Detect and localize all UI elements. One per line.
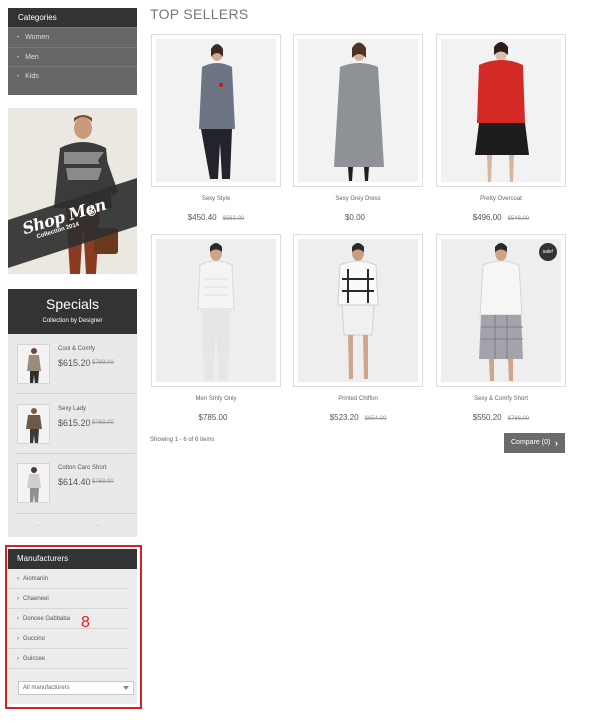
special-name[interactable]: Sexy Lady xyxy=(58,406,86,412)
highlight-box xyxy=(5,545,142,709)
product-price: $450.40 xyxy=(187,213,217,222)
product-price: $785.00 xyxy=(198,413,228,422)
product-thumbnail[interactable] xyxy=(17,344,50,384)
compare-label: Compare (0) xyxy=(511,439,551,446)
category-label: Women xyxy=(25,34,50,41)
product-image[interactable] xyxy=(441,39,561,182)
product-old-price: $546.00 xyxy=(507,216,530,222)
product-card[interactable]: Sexy Style $450.40 $563.00 xyxy=(151,34,281,225)
product-name[interactable]: Sexy Grey Dress xyxy=(293,196,423,202)
product-card[interactable]: Pretty Overcoat $496.00 $546.00 xyxy=(436,34,566,225)
product-old-price: $654.00 xyxy=(364,416,387,422)
sale-badge: sale! xyxy=(539,243,557,261)
product-name[interactable]: Sexy Style xyxy=(151,196,281,202)
bullet-icon: • xyxy=(17,35,20,41)
category-item-women[interactable]: • Women xyxy=(8,27,137,47)
categories-title: Categories xyxy=(8,8,137,27)
product-old-price: $563.00 xyxy=(222,216,245,222)
product-image-frame[interactable] xyxy=(151,34,281,187)
product-card[interactable]: sale! Sexy & Comfy Short $550.20 $786.00 xyxy=(436,234,566,425)
product-image-frame[interactable] xyxy=(293,34,423,187)
special-name[interactable]: Cotton Caro Short xyxy=(58,465,106,471)
product-price: $550.20 xyxy=(472,413,502,422)
product-old-price: $786.00 xyxy=(507,416,530,422)
compare-button[interactable]: Compare (0) › xyxy=(504,433,565,453)
product-name[interactable]: Men Smfy Only xyxy=(151,396,281,402)
chevron-right-icon: › xyxy=(555,438,558,448)
specials-title: Specials xyxy=(46,296,99,312)
product-price: $523.20 xyxy=(329,413,359,422)
special-old-price: $769.00 xyxy=(92,360,114,366)
divider xyxy=(16,513,135,514)
product-card[interactable]: Printed Chiffon $523.20 $654.00 xyxy=(293,234,423,425)
product-name[interactable]: Pretty Overcoat xyxy=(436,196,566,202)
category-label: Men xyxy=(25,53,39,61)
product-image[interactable]: sale! xyxy=(441,239,561,382)
divider xyxy=(16,453,135,454)
specials-subtitle: Collection by Designer xyxy=(42,318,103,324)
product-image-frame[interactable] xyxy=(293,234,423,387)
category-label: Kids xyxy=(25,73,39,80)
divider xyxy=(16,393,135,394)
special-price: $614.40 xyxy=(58,477,91,487)
special-price: $615.20 xyxy=(58,418,91,428)
shop-men-banner[interactable]: Shop Men Collection 2014 xyxy=(8,108,137,274)
bullet-icon: • xyxy=(17,74,20,80)
product-image[interactable] xyxy=(298,39,418,182)
product-image[interactable] xyxy=(156,239,276,382)
category-item-kids[interactable]: • Kids xyxy=(8,66,137,86)
product-thumbnail[interactable] xyxy=(17,463,50,503)
banner-image xyxy=(8,108,137,274)
product-name[interactable]: Printed Chiffon xyxy=(293,396,423,402)
special-price: $615.20 xyxy=(58,358,91,368)
special-old-price: $768.00 xyxy=(92,479,114,485)
annotation-number: 8 xyxy=(81,614,90,631)
specials-next-arrow[interactable]: → xyxy=(94,520,102,529)
product-price: $496.00 xyxy=(472,213,502,222)
page-title: TOP SELLERS xyxy=(150,6,249,22)
special-old-price: $769.00 xyxy=(92,420,114,426)
specials-header: Specials Collection by Designer xyxy=(8,289,137,334)
specials-block: Specials Collection by Designer Cool & C… xyxy=(8,289,137,537)
categories-block: Categories • Women • Men • Kids xyxy=(8,8,137,95)
play-circle-icon[interactable] xyxy=(87,207,96,216)
product-image-frame[interactable] xyxy=(151,234,281,387)
product-card[interactable]: Sexy Grey Dress $0.00 xyxy=(293,34,423,225)
category-item-men[interactable]: • Men xyxy=(8,46,137,67)
product-card[interactable]: Men Smfy Only $785.00 xyxy=(151,234,281,425)
bullet-icon: • xyxy=(17,54,20,61)
specials-prev-arrow[interactable]: ← xyxy=(34,520,42,529)
special-name[interactable]: Cool & Comfy xyxy=(58,346,95,352)
product-image[interactable] xyxy=(298,239,418,382)
product-price: $0.00 xyxy=(344,213,366,222)
product-image-frame[interactable]: sale! xyxy=(436,234,566,387)
items-count-text: Showing 1 - 6 of 6 items xyxy=(150,437,215,443)
product-image-frame[interactable] xyxy=(436,34,566,187)
product-image[interactable] xyxy=(156,39,276,182)
product-name[interactable]: Sexy & Comfy Short xyxy=(436,396,566,402)
product-thumbnail[interactable] xyxy=(17,404,50,444)
